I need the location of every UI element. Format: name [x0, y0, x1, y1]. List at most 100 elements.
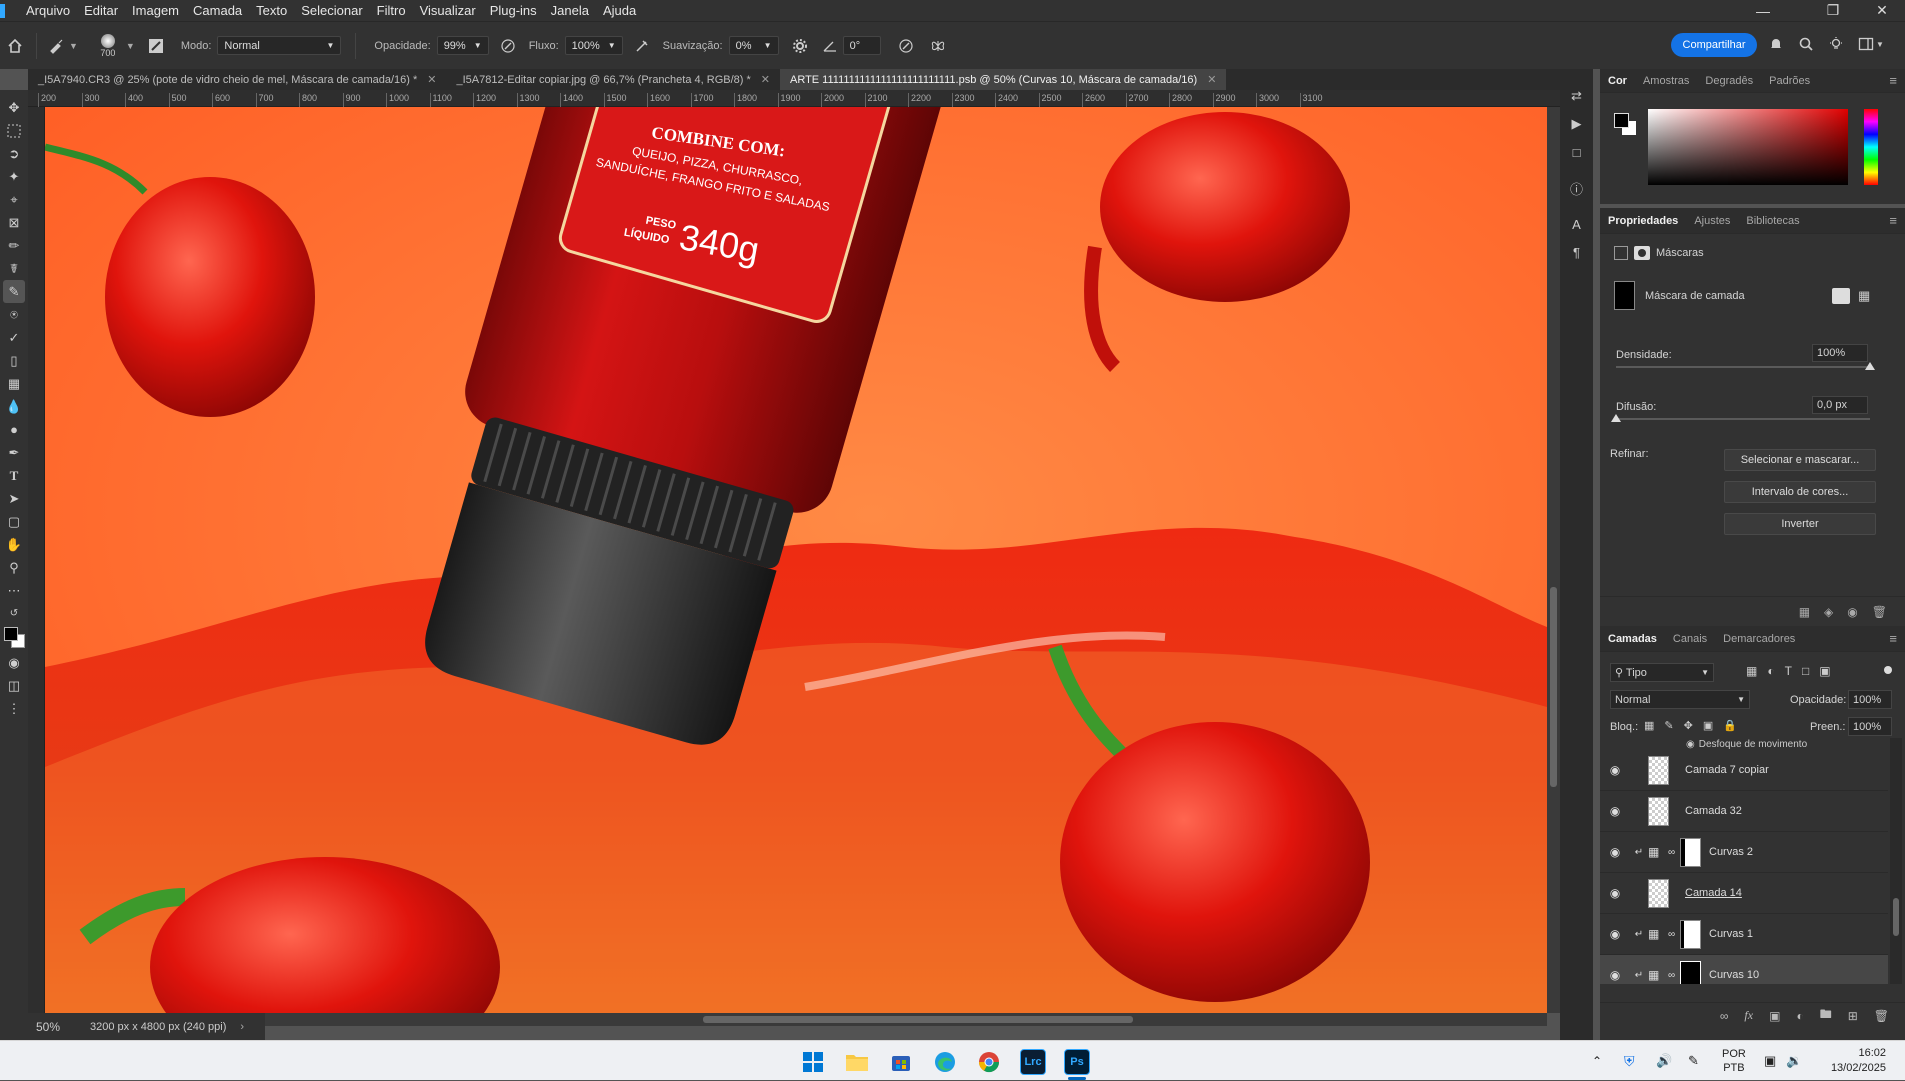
eye-icon[interactable]: ◉: [1600, 927, 1630, 941]
quick-mask-icon[interactable]: ◉: [3, 651, 25, 674]
microsoft-store-icon[interactable]: [888, 1049, 914, 1075]
screen-mode-icon[interactable]: ◫: [3, 674, 25, 697]
filter-toggle-icon[interactable]: [1884, 666, 1892, 674]
brush-tool-active-icon[interactable]: ✎: [3, 280, 25, 303]
type-tool-icon[interactable]: T: [3, 464, 25, 487]
menu-arquivo[interactable]: Arquivo: [19, 3, 77, 18]
layer-name[interactable]: Curvas 1: [1709, 928, 1753, 940]
new-adjustment-icon[interactable]: ◐: [1796, 1009, 1803, 1023]
airbrush-icon[interactable]: [631, 38, 653, 54]
brush-chevron-icon[interactable]: ▼: [126, 41, 135, 51]
bell-icon[interactable]: [1766, 36, 1786, 52]
menu-filtro[interactable]: Filtro: [370, 3, 413, 18]
color-panel-swatches[interactable]: [1614, 113, 1636, 135]
opacity-input[interactable]: 99% ▼: [436, 36, 489, 55]
hue-slider[interactable]: [1864, 109, 1878, 185]
layer-name[interactable]: Camada 7 copiar: [1685, 764, 1769, 776]
restore-button[interactable]: ❐: [1810, 0, 1856, 21]
info-icon[interactable]: ⓘ: [1566, 177, 1588, 199]
close-icon[interactable]: ✕: [1207, 73, 1216, 86]
menu-editar[interactable]: Editar: [77, 3, 125, 18]
layer-row[interactable]: ◉ Camada 14: [1600, 873, 1888, 914]
preset-chevron-icon[interactable]: ▼: [69, 41, 78, 51]
zoom-level[interactable]: 50%: [36, 1020, 86, 1034]
tab-padroes[interactable]: Padrões: [1761, 75, 1818, 87]
pixel-mask-button[interactable]: [1832, 288, 1850, 304]
mode-select[interactable]: Normal ▼: [217, 36, 342, 55]
close-icon[interactable]: ✕: [427, 73, 436, 86]
eye-icon[interactable]: ◉: [1847, 605, 1857, 619]
layer-row[interactable]: ◉ ↵ ▦ ∞ Curvas 2: [1600, 832, 1888, 873]
lasso-tool-icon[interactable]: ➲: [3, 142, 25, 165]
frame-tool-icon[interactable]: ⊠: [3, 211, 25, 234]
horizontal-scrollbar[interactable]: [265, 1013, 1547, 1026]
menu-visualizar[interactable]: Visualizar: [413, 3, 483, 18]
color-field[interactable]: [1648, 109, 1848, 185]
tab-camadas[interactable]: Camadas: [1600, 633, 1665, 645]
layers-scrollbar[interactable]: [1890, 738, 1902, 984]
layer-name[interactable]: Curvas 2: [1709, 846, 1753, 858]
trash-icon[interactable]: 🗑: [1872, 605, 1887, 619]
tab-demarcadores[interactable]: Demarcadores: [1715, 633, 1803, 645]
minimize-button[interactable]: —: [1740, 0, 1786, 21]
shape-tool-icon[interactable]: ▢: [3, 510, 25, 533]
flow-input[interactable]: 100% ▼: [564, 36, 623, 55]
windows-start-icon[interactable]: [800, 1049, 826, 1075]
lock-all-icon[interactable]: 🔒: [1723, 719, 1737, 732]
close-window-button[interactable]: ✕: [1859, 0, 1905, 21]
new-layer-icon[interactable]: ⊞: [1848, 1009, 1858, 1023]
lock-transparency-icon[interactable]: ▦: [1644, 719, 1654, 732]
layers-scroll-thumb[interactable]: [1893, 898, 1899, 936]
menu-imagem[interactable]: Imagem: [125, 3, 186, 18]
density-slider-handle[interactable]: [1865, 362, 1875, 370]
history-brush-tool-icon[interactable]: ✓: [3, 326, 25, 349]
tab-degrades[interactable]: Degradês: [1697, 75, 1761, 87]
zoom-tool-icon[interactable]: ⚲: [3, 556, 25, 579]
clock[interactable]: 16:02 13/02/2025: [1818, 1041, 1886, 1081]
workspace-switch-icon[interactable]: ▼: [1856, 36, 1886, 52]
brush-settings-icon[interactable]: [145, 38, 167, 54]
link-icon[interactable]: ∞: [1668, 929, 1680, 940]
new-group-icon[interactable]: 🖿: [1820, 1005, 1832, 1026]
menu-janela[interactable]: Janela: [544, 3, 596, 18]
home-icon[interactable]: [2, 38, 28, 54]
path-select-tool-icon[interactable]: ➤: [3, 487, 25, 510]
stamp-tool-icon[interactable]: ⍟: [3, 303, 25, 326]
panel-menu-icon[interactable]: ≡: [1889, 73, 1897, 88]
tab-cor[interactable]: Cor: [1600, 75, 1635, 87]
eye-icon[interactable]: ◉: [1600, 845, 1630, 859]
feather-slider-handle[interactable]: [1611, 414, 1621, 422]
pen-icon[interactable]: ✎: [1688, 1041, 1699, 1081]
share-button[interactable]: Compartilhar: [1671, 33, 1757, 57]
trash-icon[interactable]: 🗑: [1874, 1009, 1889, 1023]
gear-icon[interactable]: [789, 38, 811, 54]
blend-mode-select[interactable]: Normal ▼: [1610, 690, 1750, 709]
tab-document-2[interactable]: _I5A7812-Editar copiar.jpg @ 66,7% (Pran…: [446, 69, 780, 90]
panel-menu-icon[interactable]: ≡: [1889, 631, 1897, 646]
angle-input[interactable]: 0°: [842, 36, 881, 55]
select-and-mask-button[interactable]: Selecionar e mascarar...: [1724, 449, 1876, 471]
menu-selecionar[interactable]: Selecionar: [294, 3, 369, 18]
pressure-size-icon[interactable]: [895, 38, 917, 54]
file-explorer-icon[interactable]: [844, 1049, 870, 1075]
security-shield-icon[interactable]: ⛨: [1624, 1041, 1635, 1081]
vertical-scrollbar[interactable]: [1547, 107, 1560, 1013]
mask-thumbnail[interactable]: [1680, 837, 1701, 867]
lock-pixels-icon[interactable]: ✎: [1664, 719, 1673, 732]
color-range-button[interactable]: Intervalo de cores...: [1724, 481, 1876, 503]
link-icon[interactable]: ∞: [1668, 847, 1680, 858]
blur-tool-icon[interactable]: 💧: [3, 395, 25, 418]
color-swatches[interactable]: [2, 625, 26, 651]
hand-tool-icon[interactable]: ✋: [3, 533, 25, 556]
density-input[interactable]: 100%: [1812, 344, 1868, 362]
status-menu-chevron-icon[interactable]: ›: [240, 1021, 244, 1033]
swap-colors-icon[interactable]: ↺: [3, 602, 25, 625]
eraser-tool-icon[interactable]: ▯: [3, 349, 25, 372]
filter-smart-icon[interactable]: ▣: [1819, 664, 1830, 678]
move-tool-icon[interactable]: ✥: [3, 96, 25, 119]
edge-browser-icon[interactable]: [932, 1049, 958, 1075]
character-icon[interactable]: A: [1566, 213, 1588, 235]
pen-tool-icon[interactable]: ✒: [3, 441, 25, 464]
menu-texto[interactable]: Texto: [249, 3, 294, 18]
layer-effect-row[interactable]: ◉ Desfoque de movimento: [1600, 738, 1888, 750]
